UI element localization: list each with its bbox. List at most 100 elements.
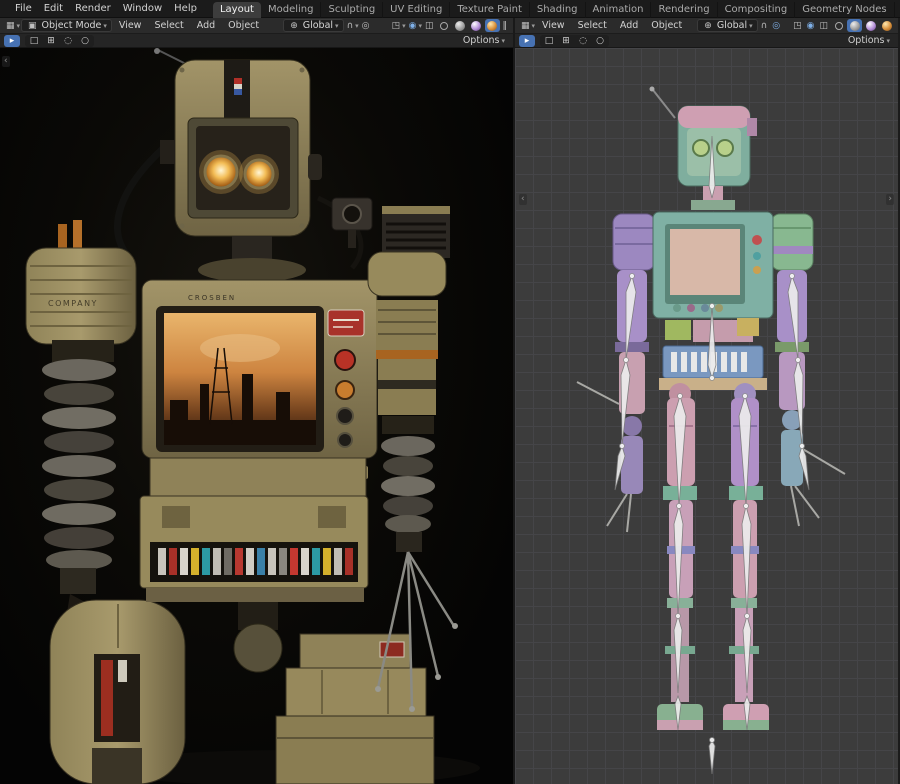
menu-window[interactable]: Window — [117, 2, 168, 15]
right-menu-add[interactable]: Add — [614, 19, 644, 32]
gizmo-toggle-icon[interactable]: ◳ — [791, 19, 804, 33]
shading-material-button[interactable] — [469, 19, 484, 32]
tab-scripting[interactable]: Scripting — [895, 2, 900, 18]
left-menu-view[interactable]: View — [113, 19, 148, 32]
robot-shoulder-camera — [331, 197, 373, 248]
menu-file[interactable]: File — [9, 2, 38, 15]
right-tool-settings: ▸ □ ⊞ ◌ ○ Options ▾ — [515, 34, 898, 48]
tab-compositing[interactable]: Compositing — [718, 1, 796, 18]
tab-texture-paint[interactable]: Texture Paint — [450, 1, 530, 18]
blender-window: File Edit Render Window Help Layout Mode… — [0, 0, 900, 784]
viewport-headers: ▦ ▾ ▣ Object Mode ▾ View Select Add Obje… — [0, 18, 900, 34]
select-extend-icon[interactable]: ⊞ — [558, 35, 574, 47]
overlays-chevron-icon: ▾ — [418, 21, 422, 30]
select-box-icon[interactable]: □ — [541, 35, 557, 47]
select-lasso-icon[interactable]: ○ — [77, 35, 93, 47]
left-menu-object[interactable]: Object — [222, 19, 265, 32]
rendered-robot: COMPANY CROSBEN — [25, 48, 480, 784]
material-robot — [576, 86, 846, 775]
overlays-toggle-icon[interactable]: ◉ — [407, 19, 419, 33]
left-menu-add[interactable]: Add — [191, 19, 221, 32]
tab-rendering[interactable]: Rendering — [651, 1, 718, 18]
shading-wireframe-button[interactable] — [437, 19, 452, 32]
snap-magnet-icon[interactable]: ∩ — [759, 19, 770, 33]
tab-animation[interactable]: Animation — [586, 1, 652, 18]
editor-type-icon[interactable]: ▦ — [4, 19, 17, 33]
left-orientation-dropdown[interactable]: ⊕ Global ▾ — [283, 19, 344, 32]
shoulder-label: COMPANY — [48, 299, 98, 308]
options-chevron-icon: ▾ — [886, 36, 890, 45]
brand-label: CROSBEN — [188, 294, 236, 302]
robot-vent-box — [382, 206, 450, 258]
right-menu-object[interactable]: Object — [645, 19, 688, 32]
orientation-label: Global — [716, 20, 748, 31]
robot-head — [154, 48, 322, 237]
select-box-icon[interactable]: □ — [26, 35, 42, 47]
select-lasso-icon[interactable]: ○ — [592, 35, 608, 47]
tab-shading[interactable]: Shading — [530, 1, 586, 18]
proportional-editing-icon[interactable]: ◎ — [770, 19, 782, 33]
orientation-icon: ⊕ — [290, 20, 298, 31]
region-toggle-icon[interactable]: ‹ — [2, 56, 10, 67]
select-mode-group: □ ⊞ ◌ ○ — [25, 34, 94, 47]
editor-type-chevron-icon: ▾ — [16, 21, 21, 30]
right-menu-select[interactable]: Select — [572, 19, 613, 32]
top-menubar: File Edit Render Window Help Layout Mode… — [0, 0, 900, 18]
editor-type-icon[interactable]: ▦ — [519, 19, 532, 33]
left-menu-select[interactable]: Select — [148, 19, 189, 32]
shading-solid-button[interactable] — [847, 19, 862, 32]
right-options-dropdown[interactable]: Options ▾ — [848, 35, 894, 46]
editor-type-chevron-icon: ▾ — [531, 21, 536, 30]
snap-magnet-icon[interactable]: ∩ — [345, 19, 356, 33]
overlays-toggle-icon[interactable]: ◉ — [805, 19, 817, 33]
gizmo-toggle-icon[interactable]: ◳ — [390, 19, 403, 33]
shading-material-button[interactable] — [863, 19, 878, 32]
mode-dropdown[interactable]: ▣ Object Mode ▾ — [21, 19, 112, 32]
active-tool-select-box-icon[interactable]: ▸ — [519, 34, 535, 47]
shading-wireframe-button[interactable] — [831, 19, 846, 32]
tab-modeling[interactable]: Modeling — [261, 1, 322, 18]
tool-settings-row: ▸ □ ⊞ ◌ ○ Options ▾ ▸ □ ⊞ ◌ ○ Options ▾ — [0, 34, 900, 48]
tab-uv-editing[interactable]: UV Editing — [383, 1, 451, 18]
select-extend-icon[interactable]: ⊞ — [43, 35, 59, 47]
right-menu-view[interactable]: View — [536, 19, 571, 32]
mode-label: Object Mode — [41, 20, 102, 31]
active-tool-select-box-icon[interactable]: ▸ — [4, 34, 20, 47]
rendered-3d-viewport[interactable]: ‹ COMPANY CROSBEN — [0, 48, 515, 784]
options-chevron-icon: ▾ — [501, 36, 505, 45]
options-label: Options — [847, 35, 885, 46]
orientation-icon: ⊕ — [704, 20, 712, 31]
snap-chevron-icon: ▾ — [355, 21, 359, 30]
left-viewport-header: ▦ ▾ ▣ Object Mode ▾ View Select Add Obje… — [0, 18, 515, 34]
tab-layout[interactable]: Layout — [212, 1, 261, 18]
left-options-dropdown[interactable]: Options ▾ — [463, 35, 509, 46]
mode-chevron-icon: ▾ — [103, 21, 107, 30]
proportional-editing-icon[interactable]: ◎ — [360, 19, 372, 33]
shading-rendered-button[interactable] — [484, 19, 500, 32]
object-mode-icon: ▣ — [28, 20, 37, 31]
shading-solid-button[interactable] — [453, 19, 468, 32]
xray-toggle-icon[interactable]: ◫ — [817, 19, 830, 33]
solid-3d-viewport[interactable]: ‹ › — [515, 48, 898, 784]
menu-edit[interactable]: Edit — [38, 2, 69, 15]
tab-sculpting[interactable]: Sculpting — [321, 1, 384, 18]
menu-render[interactable]: Render — [69, 2, 117, 15]
robot-neck — [198, 236, 306, 282]
select-circle-icon[interactable]: ◌ — [575, 35, 591, 47]
menu-help[interactable]: Help — [168, 2, 203, 15]
orientation-chevron-icon: ▾ — [335, 21, 339, 30]
robot-left-arm: COMPANY — [25, 220, 137, 650]
right-viewport-header: ▦ ▾ View Select Add Object ⊕ Global ▾ ∩ … — [515, 18, 898, 34]
tab-geometry-nodes[interactable]: Geometry Nodes — [795, 1, 895, 18]
right-orientation-dropdown[interactable]: ⊕ Global ▾ — [697, 19, 758, 32]
robot-torso-tv: CROSBEN — [141, 279, 378, 479]
viewport-area: ‹ COMPANY CROSBEN ‹ › — [0, 48, 900, 784]
xray-toggle-icon[interactable]: ◫ — [423, 19, 436, 33]
shading-rendered-button[interactable] — [879, 19, 894, 32]
gizmo-chevron-icon: ▾ — [402, 21, 406, 30]
select-circle-icon[interactable]: ◌ — [60, 35, 76, 47]
region-toggle-icon[interactable]: ‹ — [519, 194, 527, 205]
shading-options-icon[interactable]: ‖ — [501, 19, 510, 33]
region-toggle-icon[interactable]: › — [886, 194, 894, 205]
options-label: Options — [462, 35, 500, 46]
